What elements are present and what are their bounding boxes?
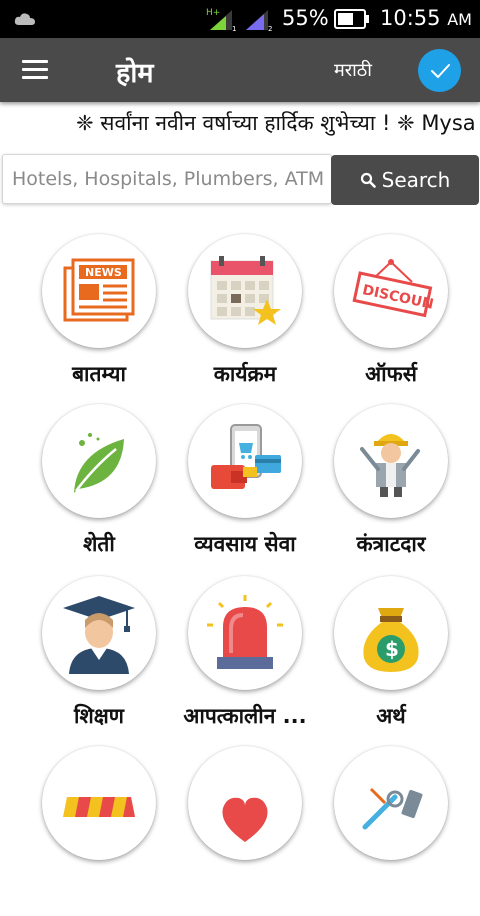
svg-text:2: 2 [268,25,272,32]
discount-tag-icon: DISCOUNT [334,234,448,348]
category-emergency[interactable]: आपत्कालीन ... [170,576,320,746]
signal-sim2-icon: 2 [244,6,276,36]
battery-icon [334,8,370,34]
search-input[interactable] [2,154,332,204]
check-icon[interactable] [418,49,461,92]
search-bar: Search [0,154,480,206]
announcement-marquee: ❈ सर्वांना नवीन वर्षाच्या हार्दिक शुभेच्… [0,104,480,140]
siren-icon [188,576,302,690]
search-button-label: Search [381,168,451,192]
category-business-services[interactable]: व्यवसाय सेवा [170,404,320,574]
category-news[interactable]: NEWS बातम्या [24,234,174,404]
cloud-icon [14,11,36,30]
status-bar: H+ 1 2 55% 10:55 AM [0,0,480,38]
worker-icon [334,404,448,518]
app-toolbar: होम मराठी [0,38,480,102]
svg-text:1: 1 [232,25,236,32]
svg-text:NEWS: NEWS [85,266,122,279]
graduate-icon [42,576,156,690]
search-button[interactable]: Search [331,155,479,205]
search-icon [360,172,376,188]
category-offers[interactable]: DISCOUNT ऑफर्स [316,234,466,404]
leaf-icon [42,404,156,518]
category-contractors[interactable]: कंत्राटदार [316,404,466,574]
battery-percent: 55% [282,6,329,30]
category-events[interactable]: कार्यक्रम [170,234,320,404]
category-services[interactable] [316,746,466,916]
category-label: अर्थ [376,704,406,728]
mobile-payment-icon [188,404,302,518]
category-label: शेती [83,532,115,556]
page-title: होम [116,58,154,89]
svg-text:$: $ [385,637,399,661]
network-type: H+ [206,8,220,18]
shop-awning-icon [42,746,156,860]
category-label: बातम्या [72,362,126,386]
category-label: कंत्राटदार [356,532,426,556]
hamburger-menu-icon[interactable] [22,60,48,80]
category-label: ऑफर्स [365,362,417,386]
newspaper-icon: NEWS [42,234,156,348]
category-health[interactable] [170,746,320,916]
tools-icon [334,746,448,860]
money-bag-icon: $ [334,576,448,690]
category-label: कार्यक्रम [213,362,277,386]
calendar-icon [188,234,302,348]
signal-sim1-icon: H+ 1 [206,6,238,36]
category-label: आपत्कालीन ... [183,704,307,728]
category-label: व्यवसाय सेवा [194,532,296,556]
language-button[interactable]: मराठी [334,58,372,82]
clock: 10:55 AM [380,6,472,30]
heart-icon [188,746,302,860]
category-label: शिक्षण [74,704,124,728]
category-education[interactable]: शिक्षण [24,576,174,746]
category-agriculture[interactable]: शेती [24,404,174,574]
announcement-text: ❈ सर्वांना नवीन वर्षाच्या हार्दिक शुभेच्… [76,111,476,135]
category-finance[interactable]: $ अर्थ [316,576,466,746]
category-shop[interactable] [24,746,174,916]
